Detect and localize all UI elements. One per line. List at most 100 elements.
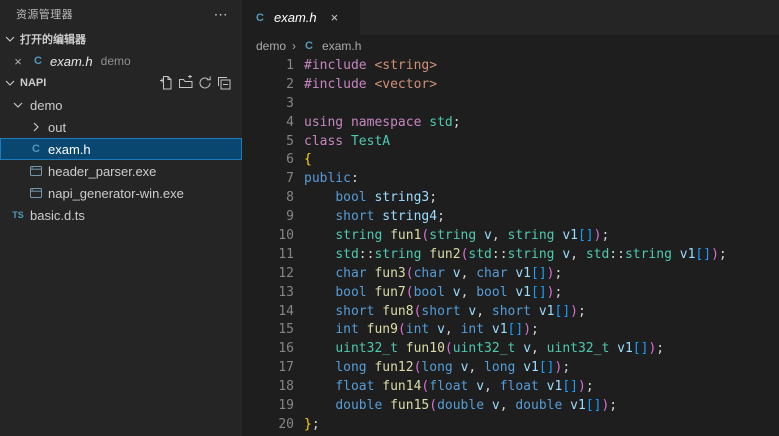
open-editors-section-header[interactable]: 打开的编辑器	[0, 28, 242, 50]
tree-item-label: napi_generator-win.exe	[48, 186, 184, 201]
code-line[interactable]: 8 bool string3;	[242, 189, 779, 208]
line-number[interactable]: 4	[242, 114, 294, 133]
code-line[interactable]: 20};	[242, 416, 779, 435]
c-file-icon: C	[30, 55, 46, 67]
code-line-content: bool string3;	[294, 189, 437, 208]
open-editor-detail: demo	[101, 54, 131, 68]
tree-item-napi-generator-win-exe[interactable]: napi_generator-win.exe	[0, 182, 242, 204]
tree-item-label: exam.h	[48, 142, 91, 157]
code-line[interactable]: 7public:	[242, 170, 779, 189]
code-line-content: class TestA	[294, 133, 390, 152]
code-line[interactable]: 10 string fun1(string v, string v1[]);	[242, 227, 779, 246]
line-number[interactable]: 2	[242, 76, 294, 95]
line-number[interactable]: 17	[242, 359, 294, 378]
code-line[interactable]: 13 bool fun7(bool v, bool v1[]);	[242, 284, 779, 303]
code-line-content: std::string fun2(std::string v, std::str…	[294, 246, 727, 265]
line-number[interactable]: 15	[242, 321, 294, 340]
code-line[interactable]: 18 float fun14(float v, float v1[]);	[242, 378, 779, 397]
line-number[interactable]: 5	[242, 133, 294, 152]
line-number[interactable]: 6	[242, 151, 294, 170]
line-number[interactable]: 11	[242, 246, 294, 265]
tree-item-out[interactable]: out	[0, 116, 242, 138]
code-line[interactable]: 16 uint32_t fun10(uint32_t v, uint32_t v…	[242, 340, 779, 359]
napi-section-header[interactable]: NAPI	[0, 72, 242, 94]
line-number[interactable]: 18	[242, 378, 294, 397]
exe-file-icon	[28, 163, 44, 179]
line-number[interactable]: 8	[242, 189, 294, 208]
exe-file-icon	[28, 185, 44, 201]
code-line-content: string fun1(string v, string v1[]);	[294, 227, 609, 246]
line-number[interactable]: 12	[242, 265, 294, 284]
line-number[interactable]: 7	[242, 170, 294, 189]
new-file-icon[interactable]	[159, 75, 175, 91]
code-line-content: uint32_t fun10(uint32_t v, uint32_t v1[]…	[294, 340, 664, 359]
line-number[interactable]: 9	[242, 208, 294, 227]
line-number[interactable]: 14	[242, 303, 294, 322]
code-line[interactable]: 1#include <string>	[242, 57, 779, 76]
explorer-title: 资源管理器	[16, 6, 73, 22]
refresh-icon[interactable]	[197, 75, 213, 91]
napi-section-label: NAPI	[20, 77, 46, 89]
chevron-down-icon	[2, 31, 18, 47]
code-line[interactable]: 12 char fun3(char v, char v1[]);	[242, 265, 779, 284]
code-line-content: int fun9(int v, int v1[]);	[294, 321, 539, 340]
close-icon[interactable]: ×	[10, 54, 26, 69]
sidebar-header: 资源管理器 ⋯	[0, 0, 242, 28]
code-line[interactable]: 5class TestA	[242, 133, 779, 152]
code-line-content: long fun12(long v, long v1[]);	[294, 359, 570, 378]
open-editors-label: 打开的编辑器	[20, 31, 86, 47]
line-number[interactable]: 13	[242, 284, 294, 303]
open-editor-item-exam-h[interactable]: × C exam.h demo	[0, 50, 242, 72]
tab-exam-h[interactable]: C exam.h ×	[242, 0, 360, 35]
collapse-all-icon[interactable]	[216, 75, 232, 91]
code-line-content: float fun14(float v, float v1[]);	[294, 378, 594, 397]
code-line[interactable]: 17 long fun12(long v, long v1[]);	[242, 359, 779, 378]
line-number[interactable]: 3	[242, 95, 294, 114]
breadcrumb-file[interactable]: exam.h	[322, 39, 361, 53]
code-line-content: #include <string>	[294, 57, 437, 76]
code-line[interactable]: 11 std::string fun2(std::string v, std::…	[242, 246, 779, 265]
code-line[interactable]: 19 double fun15(double v, double v1[]);	[242, 397, 779, 416]
line-number[interactable]: 1	[242, 57, 294, 76]
file-tree: demooutCexam.hheader_parser.exenapi_gene…	[0, 94, 242, 226]
line-number[interactable]: 16	[242, 340, 294, 359]
code-line-content: short string4;	[294, 208, 445, 227]
more-actions-icon[interactable]: ⋯	[214, 6, 228, 23]
code-line-content: double fun15(double v, double v1[]);	[294, 397, 617, 416]
c-file-icon: C	[302, 40, 316, 52]
tree-item-label: basic.d.ts	[30, 208, 85, 223]
tree-item-basic-d-ts[interactable]: TSbasic.d.ts	[0, 204, 242, 226]
close-icon[interactable]: ×	[331, 10, 339, 25]
code-line-content: bool fun7(bool v, bool v1[]);	[294, 284, 562, 303]
explorer-sidebar: 资源管理器 ⋯ 打开的编辑器 × C exam.h demo NAPI	[0, 0, 242, 436]
new-folder-icon[interactable]	[178, 75, 194, 91]
breadcrumb-separator: ›	[292, 39, 296, 53]
line-number[interactable]: 19	[242, 397, 294, 416]
code-line[interactable]: 2#include <vector>	[242, 76, 779, 95]
tree-item-header-parser-exe[interactable]: header_parser.exe	[0, 160, 242, 182]
line-number[interactable]: 10	[242, 227, 294, 246]
code-line[interactable]: 9 short string4;	[242, 208, 779, 227]
code-line[interactable]: 15 int fun9(int v, int v1[]);	[242, 321, 779, 340]
code-line-content: #include <vector>	[294, 76, 437, 95]
breadcrumb: demo › C exam.h	[242, 35, 779, 57]
line-number[interactable]: 20	[242, 416, 294, 435]
vscode-window: 资源管理器 ⋯ 打开的编辑器 × C exam.h demo NAPI	[0, 0, 779, 436]
chevron-right-icon	[28, 119, 44, 135]
code-line-content: short fun8(short v, short v1[]);	[294, 303, 586, 322]
editor-area: C exam.h × demo › C exam.h 1#include <st…	[242, 0, 779, 436]
code-line[interactable]: 14 short fun8(short v, short v1[]);	[242, 303, 779, 322]
code-area[interactable]: 1#include <string>2#include <vector>34us…	[242, 57, 779, 436]
chevron-down-icon	[2, 75, 18, 91]
tree-item-exam-h[interactable]: Cexam.h	[0, 138, 242, 160]
tab-bar: C exam.h ×	[242, 0, 779, 35]
tab-label: exam.h	[274, 10, 317, 25]
code-line[interactable]: 4using namespace std;	[242, 114, 779, 133]
breadcrumb-folder[interactable]: demo	[256, 39, 286, 53]
napi-section-actions	[159, 75, 242, 91]
code-line[interactable]: 6{	[242, 151, 779, 170]
tree-item-label: out	[48, 120, 66, 135]
code-line[interactable]: 3	[242, 95, 779, 114]
c-file-icon: C	[28, 143, 44, 155]
tree-item-demo[interactable]: demo	[0, 94, 242, 116]
